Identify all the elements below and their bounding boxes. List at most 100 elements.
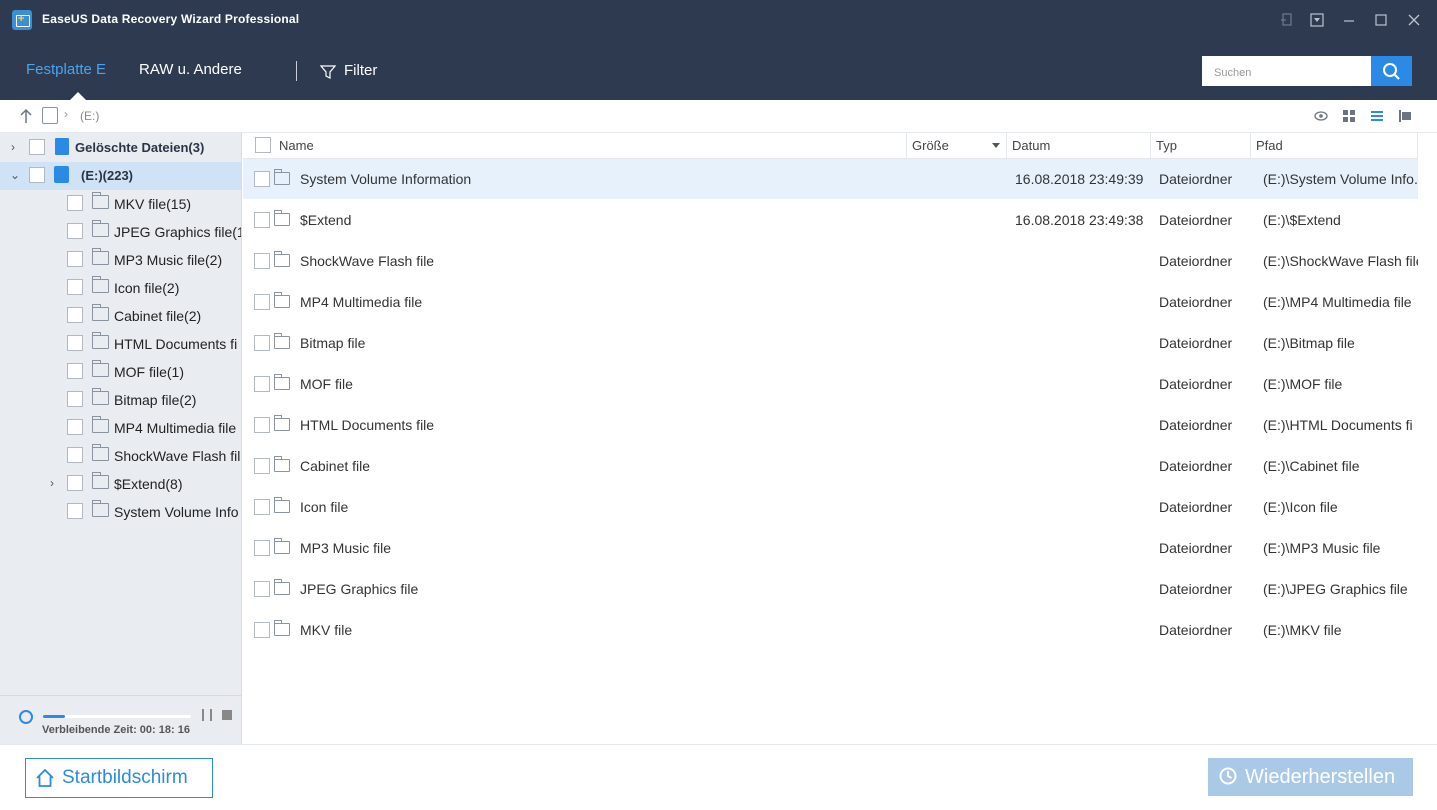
tree-item[interactable]: MP3 Music file(2): [0, 246, 241, 274]
chevron-right-icon[interactable]: ›: [50, 476, 60, 490]
maximize-icon[interactable]: [1372, 12, 1390, 30]
detail-view-icon[interactable]: [1397, 108, 1413, 124]
row-type: Dateiordner: [1159, 335, 1233, 351]
stop-icon[interactable]: [222, 710, 232, 720]
row-checkbox[interactable]: [254, 335, 270, 351]
tree-checkbox[interactable]: [67, 251, 83, 267]
column-type[interactable]: Typ: [1151, 133, 1251, 159]
table-row[interactable]: MP3 Music file Dateiordner (E:)\MP3 Musi…: [243, 528, 1418, 568]
folder-icon: [274, 497, 290, 513]
minimize-icon[interactable]: [1340, 12, 1358, 30]
tree-item[interactable]: System Volume Info: [0, 498, 241, 526]
tab-raw-und-andere[interactable]: RAW u. Andere: [139, 61, 242, 78]
row-checkbox[interactable]: [254, 294, 270, 310]
row-name: MKV file: [300, 622, 353, 638]
table-row[interactable]: Icon file Dateiordner (E:)\Icon file: [243, 487, 1418, 527]
filter-icon[interactable]: [320, 64, 336, 80]
table-row[interactable]: Cabinet file Dateiordner (E:)\Cabinet fi…: [243, 446, 1418, 486]
tree-item[interactable]: Icon file(2): [0, 274, 241, 302]
tree-item[interactable]: MOF file(1): [0, 358, 241, 386]
row-name: ShockWave Flash file: [300, 253, 435, 269]
home-button[interactable]: Startbildschirm: [25, 758, 213, 798]
table-row[interactable]: JPEG Graphics file Dateiordner (E:)\JPEG…: [243, 569, 1418, 609]
pause-icon[interactable]: [202, 709, 212, 721]
chevron-down-icon[interactable]: ⌄: [10, 168, 20, 182]
row-name: Bitmap file: [300, 335, 366, 351]
tree-item[interactable]: › $Extend(8): [0, 470, 241, 498]
tree-item[interactable]: JPEG Graphics file(1: [0, 218, 241, 246]
up-arrow-icon[interactable]: [18, 108, 34, 124]
tree-checkbox[interactable]: [67, 503, 83, 519]
row-checkbox[interactable]: [254, 212, 270, 228]
tree-item[interactable]: MP4 Multimedia file: [0, 414, 241, 442]
tree-checkbox[interactable]: [29, 139, 45, 155]
close-icon[interactable]: [1405, 12, 1423, 30]
row-checkbox[interactable]: [254, 622, 270, 638]
tree-item-label: Cabinet file(2): [114, 308, 202, 324]
row-checkbox[interactable]: [254, 376, 270, 392]
row-name: JPEG Graphics file: [300, 581, 419, 597]
table-row[interactable]: MKV file Dateiordner (E:)\MKV file: [243, 610, 1418, 650]
tree-checkbox[interactable]: [67, 475, 83, 491]
row-name: MP4 Multimedia file: [300, 294, 423, 310]
folder-icon: [92, 472, 109, 489]
tree-item-drive-e[interactable]: ⌄ (E:)(223): [0, 162, 241, 190]
tree-checkbox[interactable]: [67, 307, 83, 323]
table-row[interactable]: ShockWave Flash file Dateiordner (E:)\Sh…: [243, 241, 1418, 281]
column-date[interactable]: Datum: [1007, 133, 1151, 159]
table-row[interactable]: System Volume Information 16.08.2018 23:…: [243, 159, 1418, 199]
row-checkbox[interactable]: [254, 499, 270, 515]
row-checkbox[interactable]: [254, 417, 270, 433]
folder-icon: [92, 220, 109, 237]
row-checkbox[interactable]: [254, 540, 270, 556]
tree-checkbox[interactable]: [67, 391, 83, 407]
row-path: (E:)\MOF file: [1263, 376, 1343, 392]
column-path[interactable]: Pfad: [1251, 133, 1418, 159]
breadcrumb-path[interactable]: (E:): [80, 109, 99, 123]
tree-item[interactable]: HTML Documents fi: [0, 330, 241, 358]
tree-item[interactable]: MKV file(15): [0, 190, 241, 218]
search-input[interactable]: [1202, 56, 1371, 86]
tree-checkbox[interactable]: [67, 195, 83, 211]
tree-checkbox[interactable]: [67, 335, 83, 351]
scan-progress-fill: [43, 715, 66, 718]
tree-checkbox[interactable]: [29, 167, 45, 183]
tree-item[interactable]: Cabinet file(2): [0, 302, 241, 330]
table-row[interactable]: $Extend 16.08.2018 23:49:38 Dateiordner …: [243, 200, 1418, 240]
preview-eye-icon[interactable]: [1313, 108, 1329, 124]
drive-icon: [42, 107, 58, 124]
tree-item[interactable]: ShockWave Flash fil: [0, 442, 241, 470]
tree-checkbox[interactable]: [67, 279, 83, 295]
restore-down-icon[interactable]: [1278, 12, 1296, 30]
tree-checkbox[interactable]: [67, 419, 83, 435]
folder-icon: [92, 332, 109, 349]
thumbnail-view-icon[interactable]: [1341, 108, 1357, 124]
menu-icon[interactable]: [1308, 12, 1326, 30]
tree-checkbox[interactable]: [67, 223, 83, 239]
home-button-label: Startbildschirm: [62, 767, 188, 788]
column-name[interactable]: Name: [274, 133, 907, 159]
tab-festplatte-e[interactable]: Festplatte E: [26, 61, 106, 78]
tree-item[interactable]: Bitmap file(2): [0, 386, 241, 414]
chevron-right-icon[interactable]: ›: [11, 140, 21, 154]
list-view-icon[interactable]: [1369, 108, 1385, 124]
row-checkbox[interactable]: [254, 458, 270, 474]
select-all-checkbox[interactable]: [255, 137, 271, 153]
table-row[interactable]: Bitmap file Dateiordner (E:)\Bitmap file: [243, 323, 1418, 363]
sort-dropdown-icon[interactable]: [992, 143, 1000, 148]
filter-button[interactable]: Filter: [344, 62, 377, 79]
tree-checkbox[interactable]: [67, 363, 83, 379]
tree-item-deleted-files[interactable]: › Gelöschte Dateien(3): [0, 134, 241, 162]
row-checkbox[interactable]: [254, 581, 270, 597]
row-type: Dateiordner: [1159, 294, 1233, 310]
row-checkbox[interactable]: [254, 171, 270, 187]
recover-button[interactable]: Wiederherstellen: [1208, 758, 1413, 796]
row-checkbox[interactable]: [254, 253, 270, 269]
folder-icon: [274, 456, 290, 472]
table-row[interactable]: MOF file Dateiordner (E:)\MOF file: [243, 364, 1418, 404]
tree-checkbox[interactable]: [67, 447, 83, 463]
table-row[interactable]: MP4 Multimedia file Dateiordner (E:)\MP4…: [243, 282, 1418, 322]
folder-icon: [92, 444, 109, 461]
search-button[interactable]: [1371, 56, 1412, 86]
table-row[interactable]: HTML Documents file Dateiordner (E:)\HTM…: [243, 405, 1418, 445]
